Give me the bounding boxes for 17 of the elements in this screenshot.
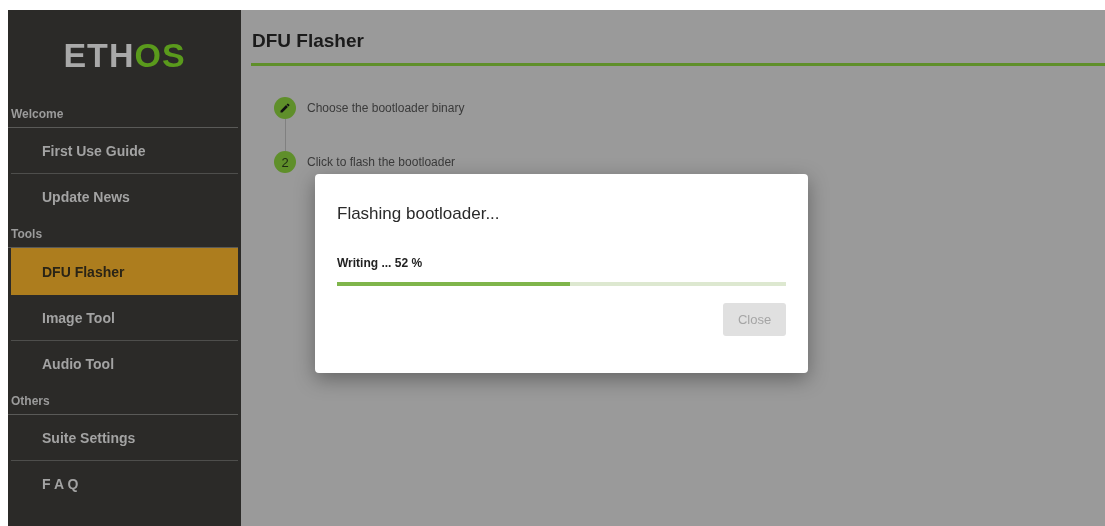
dialog-title: Flashing bootloader... [337,204,501,225]
sidebar-item[interactable]: Suite Settings [11,415,238,461]
step-number: 2 [274,151,296,173]
section-heading: Others [8,387,238,415]
sidebar-item[interactable]: Update News [11,174,238,220]
ethos-logo: ETHOS [63,35,186,75]
page-title: DFU Flasher [252,30,365,53]
sidebar-item[interactable]: Image Tool [11,295,238,341]
sidebar-item[interactable]: DFU Flasher [11,248,238,295]
sidebar-item[interactable]: First Use Guide [11,128,238,174]
sidebar-item[interactable]: F A Q [11,461,238,507]
sidebar-item[interactable]: Audio Tool [11,341,238,387]
step-label: Click to flash the bootloader [307,155,456,169]
step-label: Choose the bootloader binary [307,101,465,115]
section-heading: Welcome [8,100,238,128]
progress-status: Writing ... 52 % [337,256,424,272]
pencil-icon [274,97,296,119]
